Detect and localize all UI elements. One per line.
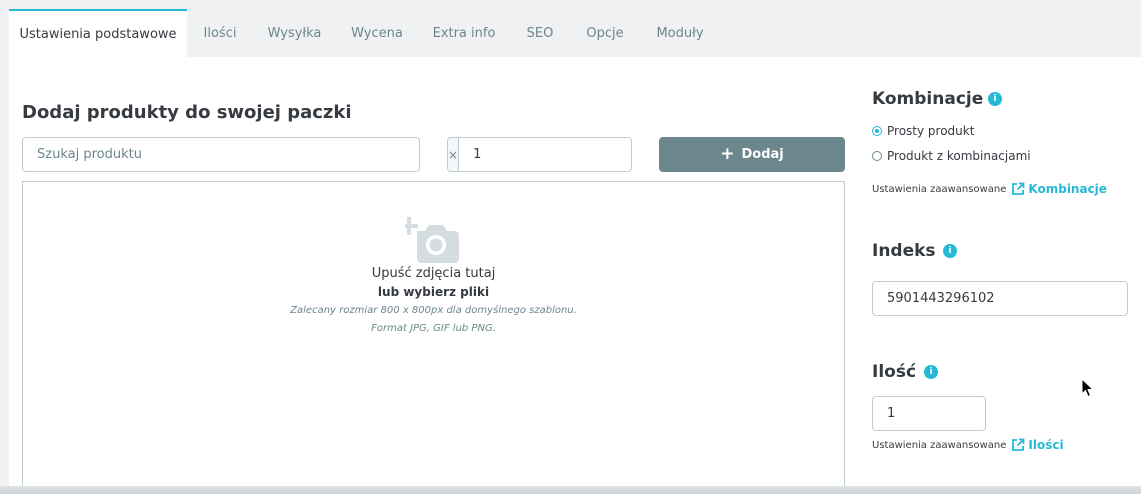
camera-add-icon [405, 217, 459, 263]
quantities-link-label: Ilości [1028, 438, 1064, 452]
tab-shipping[interactable]: Wysyłka [253, 9, 336, 57]
pack-title: Dodaj produkty do swojej paczki [22, 102, 352, 123]
combinations-link-label: Kombinacje [1028, 182, 1107, 196]
combinations-title: Kombinacje [872, 89, 984, 109]
mouse-cursor-icon [1081, 378, 1094, 398]
product-search-input[interactable] [22, 137, 420, 172]
tab-basic-settings[interactable]: Ustawienia podstawowe [9, 9, 187, 57]
advanced-settings-label: Ustawienia zaawansowane [872, 183, 1007, 195]
quantity-advanced-settings: Ustawienia zaawansowane Ilości [872, 438, 1064, 452]
index-info-icon[interactable]: i [943, 244, 957, 258]
radio-product-with-combinations[interactable]: Produkt z kombinacjami [872, 149, 1031, 163]
index-input[interactable] [872, 281, 1128, 316]
pack-quantity-input[interactable] [459, 138, 658, 171]
tab-modules[interactable]: Moduły [640, 9, 720, 57]
quantity-input[interactable] [872, 396, 986, 431]
advanced-settings-label: Ustawienia zaawansowane [872, 439, 1007, 451]
pack-quantity-group: × [447, 137, 658, 172]
add-product-button[interactable]: + Dodaj [659, 137, 845, 172]
external-link-icon [1012, 182, 1025, 195]
combinations-link[interactable]: Kombinacje [1011, 182, 1107, 196]
radio-combinations-indicator[interactable] [872, 151, 882, 161]
radio-simple-label: Prosty produkt [887, 124, 975, 138]
tab-pricing[interactable]: Wycena [336, 9, 418, 57]
dropzone-format-hint: Format JPG, GIF lub PNG. [371, 323, 496, 334]
index-title: Indeks [872, 241, 936, 261]
add-button-label: Dodaj [741, 147, 784, 162]
bottom-edge [0, 486, 1141, 494]
radio-combinations-label: Produkt z kombinacjami [887, 149, 1031, 163]
external-link-icon [1012, 438, 1025, 451]
tab-seo[interactable]: SEO [510, 9, 570, 57]
tab-extra-info[interactable]: Extra info [418, 9, 510, 57]
dropzone-drop-text: Upuść zdjęcia tutaj [371, 266, 496, 281]
image-dropzone[interactable]: Upuść zdjęcia tutaj lub wybierz pliki Za… [22, 181, 845, 494]
tab-bar: Ustawienia podstawowe Ilości Wysyłka Wyc… [0, 0, 1141, 57]
dropzone-choose-files-link[interactable]: lub wybierz pliki [23, 285, 844, 299]
radio-simple-indicator[interactable] [872, 126, 882, 136]
tab-options[interactable]: Opcje [570, 9, 640, 57]
quantity-title: Ilość [872, 362, 917, 382]
quantity-info-icon[interactable]: i [924, 365, 938, 379]
radio-simple-product[interactable]: Prosty produkt [872, 124, 974, 138]
dropzone-size-hint: Zalecany rozmiar 800 x 800px dla domyśln… [290, 305, 577, 316]
multiply-icon: × [448, 138, 460, 171]
combinations-info-icon[interactable]: i [988, 92, 1002, 106]
quantities-link[interactable]: Ilości [1011, 438, 1064, 452]
tab-quantities[interactable]: Ilości [187, 9, 253, 57]
combinations-advanced-settings: Ustawienia zaawansowane Kombinacje [872, 182, 1107, 196]
plus-icon: + [720, 144, 735, 164]
